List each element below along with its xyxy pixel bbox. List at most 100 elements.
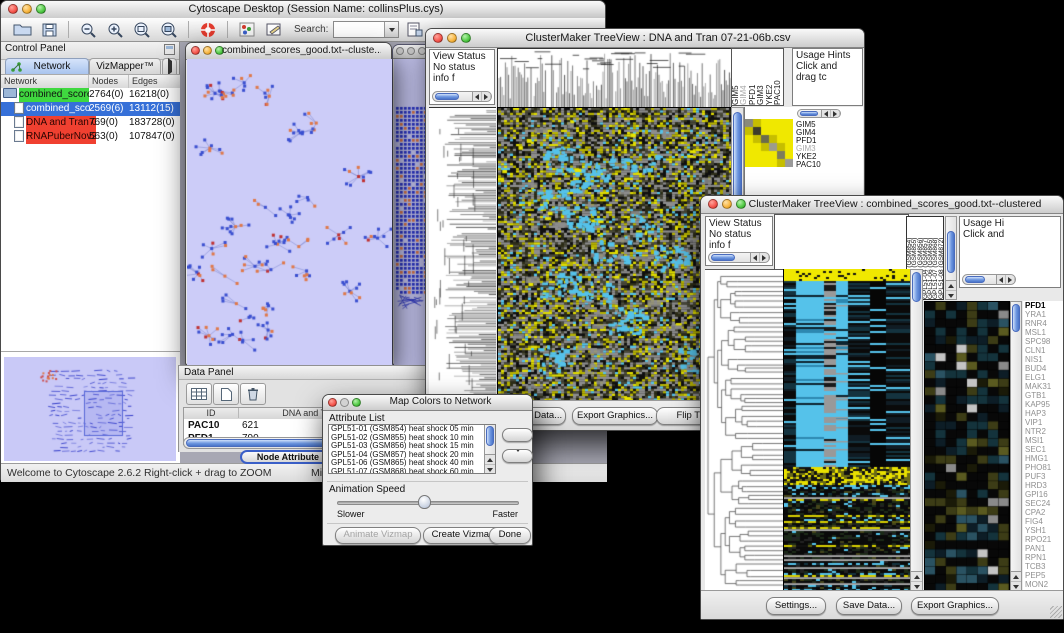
animate-vizmap-button[interactable]: Animate Vizmap (335, 527, 421, 544)
save-data-button[interactable]: Save Data... (836, 597, 902, 615)
tv2-usage-scrollbar[interactable] (962, 274, 1016, 285)
gene-label[interactable]: GPI16 (1025, 490, 1063, 499)
tv2-heatmap-scrollbar[interactable] (910, 269, 923, 591)
zoom-fit-icon[interactable] (158, 20, 180, 39)
close-button[interactable] (191, 46, 200, 55)
tv1-column-dendrogram[interactable] (497, 48, 732, 107)
attribute-table-icon[interactable] (186, 383, 212, 405)
close-button[interactable] (396, 47, 404, 55)
close-button[interactable] (708, 199, 718, 209)
zoom-selected-region-icon[interactable] (131, 20, 153, 39)
zoom-out-icon[interactable] (77, 20, 99, 39)
network-titlebar[interactable]: combined_scores_good.txt--cluste... (186, 43, 391, 60)
network-list-row[interactable]: combined_sco2569(6)13112(15) (1, 102, 180, 116)
array-column-label[interactable]: PAC10 (774, 49, 782, 105)
gene-label[interactable]: SEC1 (1025, 445, 1063, 454)
scrollbar-arrows[interactable] (911, 571, 922, 590)
gene-label[interactable]: PUF3 (1025, 472, 1063, 481)
attribute-item[interactable]: GPL51-07 (GSM868) heat shock 60 min (329, 468, 484, 475)
gene-label[interactable]: TCB3 (1025, 562, 1063, 571)
gene-label[interactable]: GTB1 (1025, 391, 1063, 400)
scrollbar-thumb[interactable] (912, 272, 921, 302)
tv1-row-dendrogram[interactable] (429, 107, 496, 404)
network-graph-canvas[interactable] (187, 59, 392, 365)
tab-overflow-button[interactable] (162, 58, 177, 74)
scrollbar-thumb[interactable] (947, 231, 955, 273)
tv2-detail-scrollbar[interactable] (1010, 301, 1022, 591)
tv2-detail-heatmap[interactable] (924, 301, 1010, 593)
zoom-in-icon[interactable] (104, 20, 126, 39)
delete-attribute-trash-icon[interactable] (240, 383, 266, 405)
tv1-detail-heatmap[interactable] (745, 119, 793, 167)
treeview1-titlebar[interactable]: ClusterMaker TreeView : DNA and Tran 07-… (426, 29, 864, 48)
gene-label[interactable]: HRD3 (1025, 481, 1063, 490)
network-list-row[interactable]: RNAPuberNov2+!563(0)107847(0) (1, 130, 180, 144)
gene-label[interactable]: YRA1 (1025, 310, 1063, 319)
gene-label[interactable]: CLN1 (1025, 346, 1063, 355)
minimize-button[interactable] (340, 398, 349, 407)
export-graphics-button[interactable]: Export Graphics... (911, 597, 999, 615)
gene-label[interactable]: GIM3 (796, 145, 863, 153)
scrollbar-arrows[interactable] (946, 280, 956, 299)
tv1-heatmap-canvas[interactable] (497, 107, 731, 404)
scrollbar-arrows[interactable] (1011, 571, 1021, 590)
array-column-label[interactable]: GIM3 (757, 49, 765, 105)
gene-label[interactable]: PEP5 (1025, 571, 1063, 580)
scrollbar-arrows[interactable] (821, 110, 840, 117)
gene-label[interactable]: KAP95 (1025, 400, 1063, 409)
move-up-button[interactable] (502, 428, 533, 442)
gene-label[interactable]: SEC24 (1025, 499, 1063, 508)
scrollbar-arrows[interactable] (472, 92, 491, 101)
attribute-listbox[interactable]: GPL51-01 (GSM854) heat shock 05 minGPL51… (328, 424, 496, 474)
report-icon[interactable] (404, 20, 426, 39)
scrollbar-thumb[interactable] (965, 276, 985, 283)
gene-label[interactable]: MON2 (1025, 580, 1063, 589)
gene-label[interactable]: YKE2 (796, 153, 863, 161)
tv2-labels-scrollbar[interactable] (945, 216, 957, 300)
float-panel-icon[interactable] (164, 44, 175, 55)
gene-label[interactable]: PHO81 (1025, 463, 1063, 472)
settings-button[interactable]: Settings... (766, 597, 826, 615)
close-button[interactable] (8, 4, 18, 14)
main-titlebar[interactable]: Cytoscape Desktop (Session Name: collins… (1, 1, 605, 19)
scrollbar-thumb[interactable] (800, 111, 818, 116)
gene-label[interactable]: HMG1 (1025, 454, 1063, 463)
gene-label[interactable]: PFD1 (1025, 301, 1063, 310)
dialog-titlebar[interactable]: Map Colors to Network (323, 395, 532, 411)
gene-label[interactable]: NIS1 (1025, 355, 1063, 364)
scrollbar-arrows[interactable] (996, 275, 1015, 284)
open-session-button[interactable] (11, 20, 33, 39)
gene-label[interactable]: MSI1 (1025, 436, 1063, 445)
gene-label[interactable]: PAC10 (796, 161, 863, 169)
export-graphics-button[interactable]: Export Graphics... (572, 407, 658, 425)
tv1-usage-scrollbar[interactable] (797, 109, 841, 118)
scrollbar-thumb[interactable] (711, 254, 735, 261)
search-combobox[interactable] (333, 21, 399, 38)
gene-label[interactable]: RNR4 (1025, 319, 1063, 328)
gene-label[interactable]: PFD1 (796, 137, 863, 145)
network-list-row[interactable]: combined_scores2764(0)16218(0) (1, 88, 180, 102)
annotation-icon[interactable] (263, 20, 285, 39)
gene-label[interactable]: MAK31 (1025, 382, 1063, 391)
gene-label[interactable]: SPC98 (1025, 337, 1063, 346)
array-column-label[interactable]: GPL51-08 (GSM872) (939, 217, 944, 299)
gene-label[interactable]: RPN1 (1025, 553, 1063, 562)
done-button[interactable]: Done (489, 527, 531, 544)
gene-label[interactable]: CPA2 (1025, 508, 1063, 517)
search-dropdown-button[interactable] (384, 22, 398, 37)
minimize-button[interactable] (203, 46, 212, 55)
scrollbar-thumb[interactable] (435, 93, 459, 100)
treeview2-titlebar[interactable]: ClusterMaker TreeView : combined_scores_… (701, 196, 1063, 214)
tab-vizmapper[interactable]: VizMapper™ (89, 58, 161, 74)
gene-label[interactable]: BUD4 (1025, 364, 1063, 373)
save-session-button[interactable] (38, 20, 60, 39)
minimize-button[interactable] (22, 4, 32, 14)
help-lifesaver-icon[interactable] (197, 20, 219, 39)
gene-label[interactable]: FIG4 (1025, 517, 1063, 526)
search-input[interactable] (334, 22, 384, 37)
gene-label[interactable]: PAN1 (1025, 544, 1063, 553)
gene-label[interactable]: VIP1 (1025, 418, 1063, 427)
tv1-view-status-scrollbar[interactable] (432, 91, 492, 102)
tv2-heatmap-canvas[interactable] (783, 269, 910, 591)
tab-network[interactable]: Network (5, 58, 89, 74)
